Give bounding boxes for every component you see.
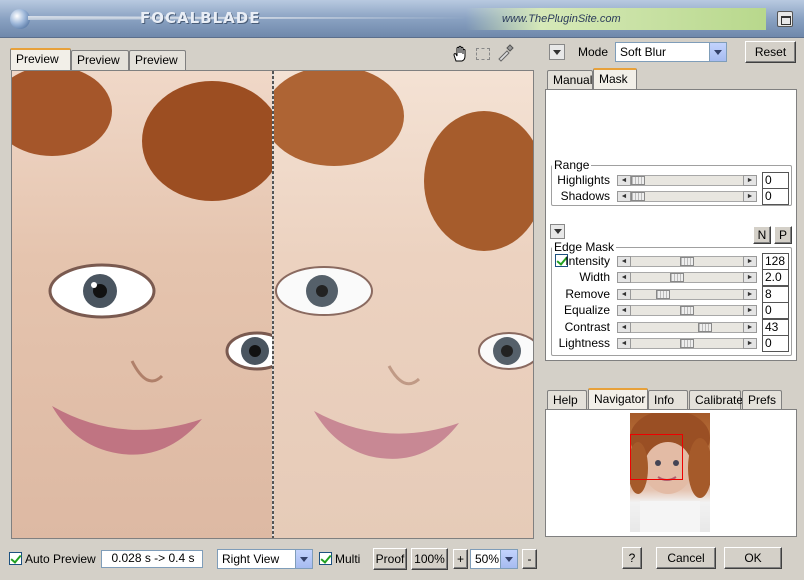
slider-left-arrow-icon[interactable]: ◄ <box>617 321 631 333</box>
view-select[interactable]: Right View <box>217 549 313 569</box>
tab-preview-2[interactable]: Preview 2 <box>71 50 129 86</box>
blade-logo-icon <box>10 9 30 29</box>
marquee-icon[interactable] <box>476 48 490 60</box>
slider-label-remove: Remove <box>565 286 610 301</box>
mode-select[interactable]: Soft Blur <box>615 42 727 62</box>
slider-left-arrow-icon[interactable]: ◄ <box>617 191 631 202</box>
slider-left-arrow-icon[interactable]: ◄ <box>617 338 631 349</box>
slider-right-arrow-icon[interactable]: ► <box>743 288 757 300</box>
eyedropper-icon[interactable] <box>496 44 514 62</box>
timing-display: 0.028 s -> 0.4 s <box>101 550 203 568</box>
slider-remove[interactable] <box>617 288 757 300</box>
slider-left-arrow-icon[interactable]: ◄ <box>617 272 631 284</box>
auto-preview-checkbox[interactable] <box>9 552 22 565</box>
multi-label: Multi <box>335 552 361 566</box>
ok-button[interactable]: OK <box>724 547 782 569</box>
slider-thumb[interactable] <box>680 306 694 316</box>
slider-label-contrast: Contrast <box>564 319 610 334</box>
app-title: FOCALBLADE <box>140 9 261 27</box>
slider-label-shadows: Shadows <box>560 189 610 203</box>
slider-thumb[interactable] <box>631 192 645 201</box>
slider-label-equalize: Equalize <box>563 303 610 318</box>
slider-right-arrow-icon[interactable]: ► <box>743 272 757 284</box>
slider-thumb[interactable] <box>670 273 684 283</box>
value-field-intensity[interactable]: 128 <box>762 253 789 270</box>
auto-preview-label: Auto Preview <box>25 552 96 566</box>
proof-button[interactable]: Proof <box>373 548 407 570</box>
tab-preview-3[interactable]: Preview 3 <box>129 50 186 86</box>
mode-select-value: Soft Blur <box>620 45 667 59</box>
slider-left-arrow-icon[interactable]: ◄ <box>617 256 631 267</box>
window-toggle-button[interactable] <box>777 11 793 27</box>
value-field-equalize[interactable]: 0 <box>762 302 789 320</box>
site-link[interactable]: www.ThePluginSite.com <box>466 8 766 30</box>
tab-preview-1[interactable]: Preview 1 <box>10 48 71 85</box>
range-legend: Range <box>554 158 590 172</box>
zoom-out-button[interactable]: - <box>522 549 537 569</box>
tab-help[interactable]: Help <box>547 390 587 410</box>
collapse-mode-button[interactable] <box>549 44 565 60</box>
slider-right-arrow-icon[interactable]: ► <box>743 321 757 333</box>
view-select-value: Right View <box>222 552 280 566</box>
zoom-select-value: 50% <box>475 552 500 566</box>
slider-right-arrow-icon[interactable]: ► <box>743 338 757 349</box>
value-field-width[interactable]: 2.0 <box>762 269 789 287</box>
mode-label: Mode <box>578 45 609 59</box>
chevron-down-icon <box>500 550 517 568</box>
preview-area[interactable] <box>11 70 534 539</box>
slider-left-arrow-icon[interactable]: ◄ <box>617 175 631 186</box>
zoom-100-button[interactable]: 100% <box>411 548 448 570</box>
original-preview-image <box>12 71 289 538</box>
reset-button[interactable]: Reset <box>745 41 796 63</box>
value-field-remove[interactable]: 8 <box>762 285 789 303</box>
tab-prefs[interactable]: Prefs <box>742 390 782 410</box>
edge-mask-legend: Edge Mask <box>554 240 615 254</box>
help-button[interactable]: ? <box>622 547 642 569</box>
tab-calibrate[interactable]: Calibrate <box>689 390 743 410</box>
chevron-down-icon <box>709 43 726 61</box>
tab-info[interactable]: Info <box>648 390 688 410</box>
slider-thumb[interactable] <box>656 289 670 299</box>
slider-left-arrow-icon[interactable]: ◄ <box>617 288 631 300</box>
slider-contrast[interactable] <box>617 321 757 333</box>
slider-right-arrow-icon[interactable]: ► <box>743 256 757 267</box>
cancel-button[interactable]: Cancel <box>656 547 716 569</box>
slider-label-lightness: Lightness <box>558 336 610 350</box>
slider-width[interactable] <box>617 272 757 284</box>
zoom-select[interactable]: 50% <box>470 549 518 569</box>
slider-thumb[interactable] <box>698 322 712 332</box>
slider-right-arrow-icon[interactable]: ► <box>743 305 757 317</box>
processed-preview-image <box>264 71 533 538</box>
value-field-highlights[interactable]: 0 <box>762 172 789 189</box>
collapse-edge-mask-button[interactable] <box>550 224 565 239</box>
value-field-shadows[interactable]: 0 <box>762 188 789 205</box>
slider-label-highlights: Highlights <box>557 173 610 187</box>
zoom-in-button[interactable]: + <box>453 549 468 569</box>
tab-navigator[interactable]: Navigator <box>588 388 648 410</box>
value-field-contrast[interactable]: 43 <box>762 318 789 336</box>
tab-mask[interactable]: Mask <box>593 68 637 90</box>
multi-checkbox[interactable] <box>319 552 332 565</box>
chevron-down-icon <box>295 550 312 568</box>
value-field-lightness[interactable]: 0 <box>762 335 789 352</box>
slider-right-arrow-icon[interactable]: ► <box>743 191 757 202</box>
tab-manual[interactable]: Manual <box>547 70 593 90</box>
slider-label-width: Width <box>579 270 610 285</box>
hand-icon[interactable] <box>450 44 470 64</box>
slider-thumb[interactable] <box>680 339 694 348</box>
slider-label-intensity: Intensity <box>565 254 610 268</box>
slider-right-arrow-icon[interactable]: ► <box>743 175 757 186</box>
slider-thumb[interactable] <box>631 176 645 185</box>
navigator-view-rect[interactable] <box>630 434 683 480</box>
slider-thumb[interactable] <box>680 257 694 266</box>
slider-left-arrow-icon[interactable]: ◄ <box>617 305 631 317</box>
